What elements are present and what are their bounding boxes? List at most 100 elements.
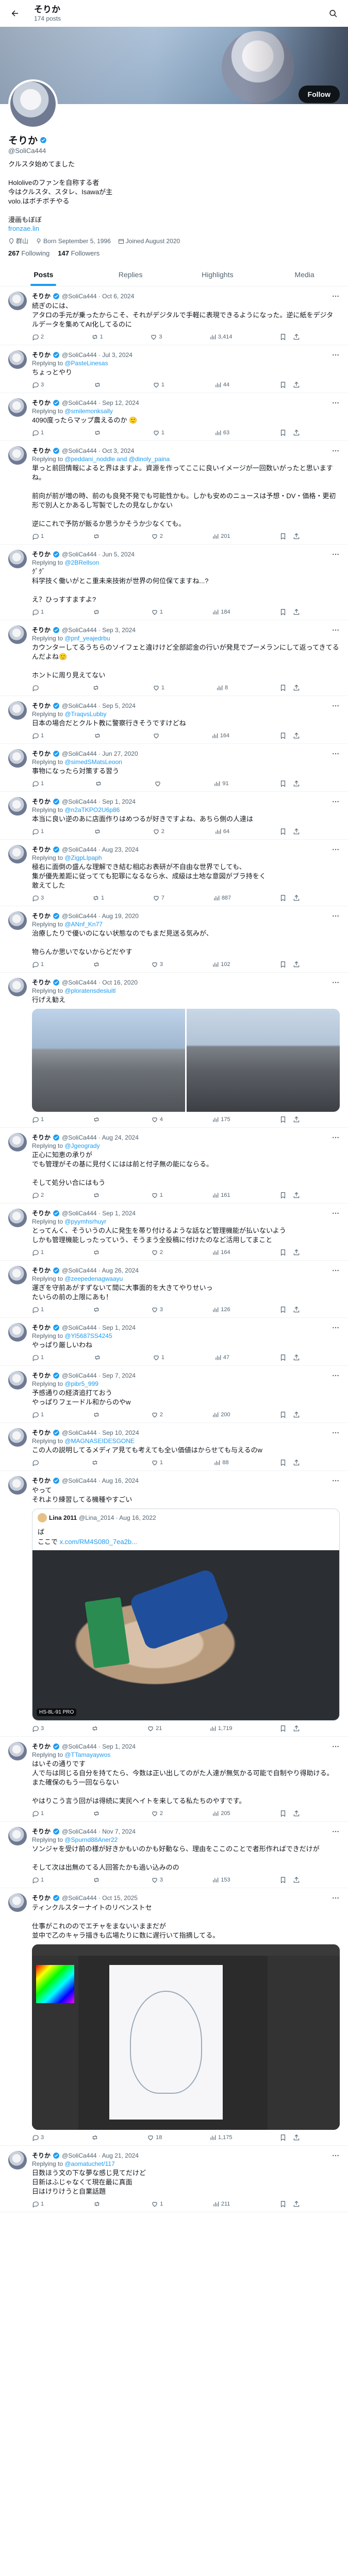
bookmark-button[interactable]	[279, 894, 287, 902]
tweet[interactable]: そりか @SoliCa444 · Jun 27, 2020 Replying to …	[0, 744, 348, 792]
tweet-handle-date[interactable]: @SoliCa444 · Sep 12, 2024	[62, 399, 139, 406]
bookmark-button[interactable]	[279, 732, 287, 739]
repost-button[interactable]	[93, 1192, 102, 1199]
repost-button[interactable]	[95, 780, 104, 787]
share-button[interactable]	[293, 780, 300, 787]
tweet[interactable]: そりか @SoliCa444 · Sep 1, 2024 Replying to @…	[0, 1318, 348, 1366]
like-button[interactable]: 1	[151, 1192, 163, 1199]
tweet-author-name[interactable]: そりか	[32, 1209, 51, 1217]
reply-button[interactable]: 3	[32, 381, 44, 388]
tweet-avatar[interactable]	[8, 1266, 27, 1284]
like-button[interactable]: 3	[151, 1876, 163, 1884]
profile-link[interactable]: fronzae.lin	[8, 225, 340, 232]
more-icon[interactable]	[332, 750, 340, 758]
like-button[interactable]	[154, 780, 163, 787]
tweet-handle-date[interactable]: @SoliCa444 · Jun 27, 2020	[62, 750, 138, 757]
tweet-author-name[interactable]: そりか	[32, 350, 51, 359]
like-button[interactable]: 1	[153, 1354, 164, 1361]
tweet-handle-date[interactable]: @SoliCa444 · Jul 3, 2024	[62, 351, 132, 359]
tweet-avatar[interactable]	[8, 446, 27, 465]
tweet-author-name[interactable]: そりか	[32, 1371, 51, 1380]
views-button[interactable]: 91	[213, 780, 229, 787]
bookmark-button[interactable]	[279, 1459, 287, 1466]
tweet-author-name[interactable]: そりか	[32, 292, 51, 300]
like-button[interactable]: 1	[151, 1459, 163, 1466]
bookmark-button[interactable]	[279, 1725, 287, 1732]
views-button[interactable]: 164	[212, 1249, 230, 1256]
more-icon[interactable]	[332, 1477, 340, 1485]
tweet-author-name[interactable]: そりか	[32, 1323, 51, 1332]
reply-target[interactable]: @PasteLinesas	[64, 360, 108, 367]
like-button[interactable]: 3	[151, 961, 163, 968]
reply-button[interactable]	[32, 1459, 41, 1466]
reply-target[interactable]: @ploratensdesiuitl	[64, 987, 115, 994]
more-icon[interactable]	[332, 912, 340, 920]
like-button[interactable]: 21	[147, 1725, 162, 1732]
search-icon[interactable]	[324, 5, 342, 22]
bookmark-button[interactable]	[279, 1116, 287, 1123]
repost-button[interactable]	[94, 828, 103, 835]
bookmark-button[interactable]	[279, 828, 287, 835]
tweet-author-name[interactable]: そりか	[32, 1476, 51, 1485]
repost-button[interactable]	[91, 2134, 100, 2141]
tab-replies[interactable]: Replies	[87, 263, 174, 286]
tweet-author-name[interactable]: そりか	[32, 550, 51, 558]
views-button[interactable]: 3,414	[209, 333, 232, 341]
like-button[interactable]: 1	[153, 429, 164, 436]
tweet[interactable]: そりか @SoliCa444 · Sep 1, 2024 Replying to @…	[0, 792, 348, 840]
bookmark-button[interactable]	[279, 333, 287, 341]
follow-button[interactable]: Follow	[298, 86, 340, 103]
reply-target[interactable]: @peddani_noddle and @dinoly_paina	[64, 455, 170, 463]
reply-button[interactable]: 3	[32, 894, 44, 902]
views-button[interactable]: 200	[212, 1411, 230, 1418]
bookmark-button[interactable]	[279, 1354, 287, 1361]
tweet-avatar[interactable]	[8, 1827, 27, 1845]
reply-button[interactable]: 1	[32, 1810, 44, 1817]
repost-button[interactable]	[94, 429, 103, 436]
reply-button[interactable]	[32, 684, 41, 691]
repost-button[interactable]: 1	[92, 894, 104, 902]
tweet[interactable]: そりか @SoliCa444 · Sep 5, 2024 Replying to @…	[0, 696, 348, 744]
like-button[interactable]: 7	[153, 894, 164, 902]
repost-button[interactable]	[93, 1411, 102, 1418]
like-button[interactable]: 2	[151, 1249, 163, 1256]
like-button[interactable]: 3	[150, 333, 162, 341]
reply-button[interactable]: 1	[32, 1354, 44, 1361]
reply-button[interactable]: 1	[32, 608, 44, 616]
views-button[interactable]: 8	[216, 684, 228, 691]
share-button[interactable]	[293, 894, 300, 902]
tweet-handle-date[interactable]: @SoliCa444 · Sep 3, 2024	[62, 626, 136, 634]
views-button[interactable]: 211	[212, 2200, 230, 2208]
bookmark-button[interactable]	[279, 1876, 287, 1884]
bookmark-button[interactable]	[279, 780, 287, 787]
views-button[interactable]: 201	[212, 533, 230, 540]
tweet-handle-date[interactable]: @SoliCa444 · Sep 10, 2024	[62, 1429, 139, 1436]
views-button[interactable]: 184	[212, 608, 230, 616]
tweet-avatar[interactable]	[8, 1893, 27, 1912]
reply-target[interactable]: @n2aTKPO2U6p86	[64, 806, 120, 814]
tweet-author-name[interactable]: そりか	[32, 2151, 51, 2160]
repost-button[interactable]	[92, 684, 101, 691]
tweet[interactable]: そりか @SoliCa444 · Aug 16, 2024 やって それより練習して…	[0, 1471, 348, 1737]
tweet-avatar[interactable]	[8, 1742, 27, 1760]
share-button[interactable]	[293, 1810, 300, 1817]
tweet-author-name[interactable]: そりか	[32, 845, 51, 854]
share-button[interactable]	[293, 1459, 300, 1466]
more-icon[interactable]	[332, 1894, 340, 1902]
quoted-tweet[interactable]: Lina 2011 @Lina_2014 · Aug 16, 2022 ば ここで …	[32, 1509, 340, 1721]
bookmark-button[interactable]	[279, 2200, 287, 2208]
tweet-avatar[interactable]	[8, 978, 27, 996]
tweet-handle-date[interactable]: @SoliCa444 · Sep 7, 2024	[62, 1372, 136, 1379]
tweet-avatar[interactable]	[8, 1476, 27, 1495]
tweet-avatar[interactable]	[8, 350, 27, 369]
bookmark-button[interactable]	[279, 1411, 287, 1418]
views-button[interactable]: 164	[211, 732, 229, 739]
share-button[interactable]	[293, 1116, 300, 1123]
bookmark-button[interactable]	[279, 1306, 287, 1313]
reply-target[interactable]: @ANnf_Kn77	[64, 921, 103, 928]
more-icon[interactable]	[332, 399, 340, 407]
share-button[interactable]	[293, 684, 300, 691]
quoted-link[interactable]: x.com/RM4S080_7ea2b...	[60, 1538, 137, 1546]
tab-highlights[interactable]: Highlights	[174, 263, 261, 286]
views-button[interactable]: 63	[214, 429, 229, 436]
